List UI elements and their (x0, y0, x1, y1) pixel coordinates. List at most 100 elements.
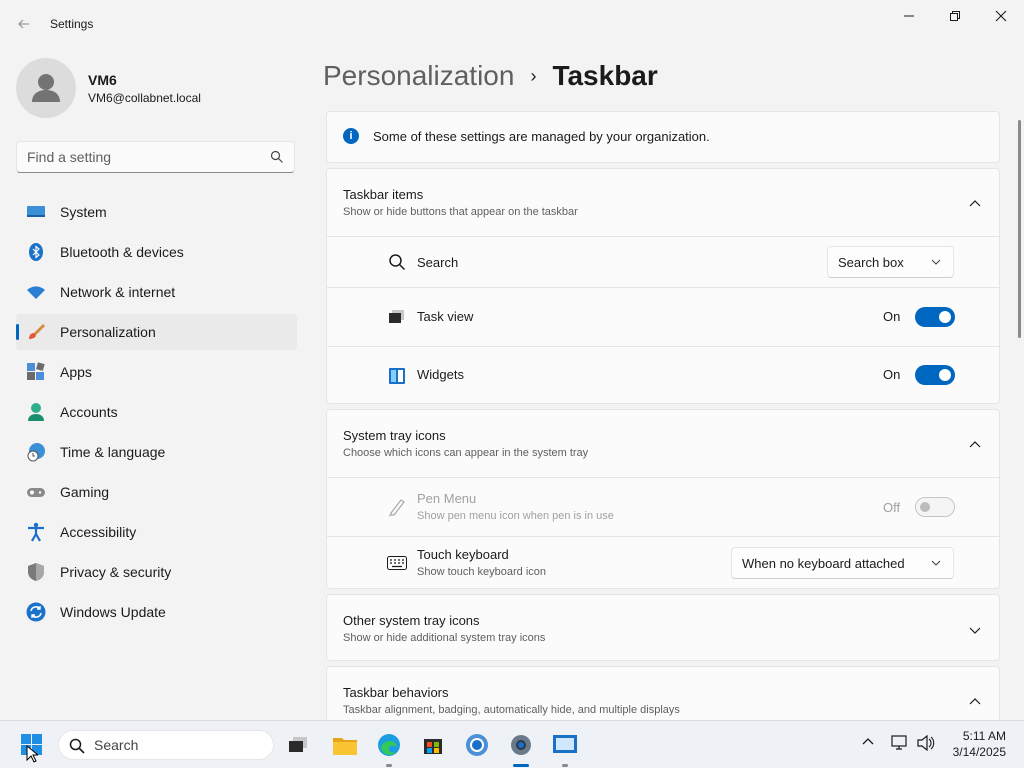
sidebar-item-windows-update[interactable]: Windows Update (16, 594, 297, 630)
sidebar-item-label: Personalization (60, 324, 156, 340)
breadcrumb-parent[interactable]: Personalization (323, 60, 514, 92)
sidebar-item-personalization[interactable]: Personalization (16, 314, 297, 350)
apps-icon (26, 362, 46, 382)
section-subtitle: Show or hide buttons that appear on the … (343, 206, 578, 218)
chevron-up-icon[interactable] (969, 438, 981, 450)
pen-icon (387, 497, 407, 517)
chevron-down-icon (931, 259, 941, 265)
remote-desktop-icon[interactable] (551, 731, 579, 759)
sidebar-item-label: Windows Update (60, 604, 166, 620)
chevron-up-icon[interactable] (969, 695, 981, 707)
title-bar: Settings (0, 0, 1024, 48)
wifi-icon (26, 282, 46, 302)
close-button[interactable] (978, 0, 1024, 32)
mouse-cursor-icon (26, 745, 38, 763)
maximize-button[interactable] (932, 0, 978, 32)
chrome-icon[interactable] (463, 731, 491, 759)
clock-time: 5:11 AM (962, 729, 1006, 743)
chevron-down-icon[interactable] (969, 623, 981, 635)
chevron-up-icon[interactable] (969, 197, 981, 209)
file-explorer-icon[interactable] (331, 731, 359, 759)
chevron-down-icon (931, 560, 941, 566)
keyboard-icon (387, 553, 407, 573)
search-icon (387, 252, 407, 272)
system-tray-section: System tray icons Choose which icons can… (326, 409, 1000, 589)
volume-icon[interactable] (917, 734, 935, 756)
taskbar: Search 5:11 AM 3/14/2025 (0, 720, 1024, 768)
sidebar-item-privacy[interactable]: Privacy & security (16, 554, 297, 590)
sidebar-item-label: Accessibility (60, 524, 137, 540)
task-view-toggle[interactable] (915, 307, 955, 327)
back-arrow-icon[interactable] (14, 14, 34, 34)
clock-globe-icon (26, 442, 46, 462)
taskbar-search-label: Search (94, 737, 139, 753)
section-title: Taskbar behaviors (343, 685, 449, 700)
avatar (16, 58, 76, 118)
edge-browser-icon[interactable] (375, 731, 403, 759)
store-icon[interactable] (419, 731, 447, 759)
other-tray-section[interactable]: Other system tray icons Show or hide add… (326, 594, 1000, 661)
touch-keyboard-row: Touch keyboard Show touch keyboard icon … (327, 537, 999, 589)
section-title: System tray icons (343, 428, 446, 443)
taskbar-items-header[interactable]: Taskbar items Show or hide buttons that … (327, 169, 999, 236)
window-title: Settings (50, 17, 94, 31)
row-label: Pen Menu (417, 491, 477, 506)
bluetooth-icon (26, 242, 46, 262)
row-label: Touch keyboard (417, 547, 509, 562)
sidebar-item-system[interactable]: System (16, 194, 297, 230)
pen-menu-row: Pen Menu Show pen menu icon when pen is … (327, 478, 999, 536)
sidebar-item-label: Gaming (60, 484, 110, 500)
info-icon: i (343, 128, 359, 144)
minimize-button[interactable] (886, 0, 932, 32)
sidebar-item-time-language[interactable]: Time & language (16, 434, 297, 470)
taskbar-behaviors-section[interactable]: Taskbar behaviors Taskbar alignment, bad… (326, 666, 1000, 726)
search-mode-dropdown[interactable]: Search box (827, 246, 954, 278)
breadcrumb-separator: › (530, 65, 537, 86)
row-label: Task view (417, 309, 474, 324)
system-tray-header[interactable]: System tray icons Choose which icons can… (327, 410, 999, 477)
taskbar-search[interactable]: Search (58, 730, 274, 760)
touch-keyboard-dropdown[interactable]: When no keyboard attached (731, 547, 954, 579)
managed-notice: i Some of these settings are managed by … (326, 111, 1000, 163)
task-view-icon[interactable] (284, 731, 312, 759)
sidebar-nav: System Bluetooth & devices Network & int… (16, 194, 297, 634)
sidebar-item-network[interactable]: Network & internet (16, 274, 297, 310)
row-label: Search (417, 255, 459, 270)
toggle-state-label: Off (883, 500, 901, 515)
sidebar-item-label: Bluetooth & devices (60, 244, 184, 260)
toggle-state-label: On (883, 367, 901, 382)
widgets-toggle[interactable] (915, 365, 955, 385)
search-input[interactable] (27, 148, 257, 166)
widgets-icon (387, 366, 407, 386)
section-title: Taskbar items (343, 187, 424, 202)
find-setting-search[interactable] (16, 141, 295, 173)
user-email: VM6@collabnet.local (88, 91, 201, 105)
breadcrumb: Personalization › Taskbar (323, 58, 658, 94)
settings-gear-icon[interactable] (507, 731, 535, 759)
paintbrush-icon (26, 322, 46, 342)
sidebar-item-accounts[interactable]: Accounts (16, 394, 297, 430)
search-icon[interactable] (270, 150, 284, 169)
notice-text: Some of these settings are managed by yo… (373, 129, 710, 144)
user-profile[interactable] (16, 58, 76, 118)
search-row: Search Search box (327, 237, 999, 287)
scrollbar-thumb[interactable] (1018, 120, 1021, 338)
dropdown-value: When no keyboard attached (742, 556, 905, 571)
network-monitor-icon[interactable] (891, 735, 909, 756)
sidebar-item-accessibility[interactable]: Accessibility (16, 514, 297, 550)
sidebar-item-gaming[interactable]: Gaming (16, 474, 297, 510)
task-view-row: Task view On (327, 288, 999, 346)
clock[interactable]: 5:11 AM 3/14/2025 (953, 728, 1006, 760)
sidebar-item-label: Network & internet (60, 284, 176, 300)
chevron-up-icon[interactable] (862, 735, 874, 753)
search-icon (69, 738, 85, 754)
sidebar-item-apps[interactable]: Apps (16, 354, 297, 390)
toggle-state-label: On (883, 309, 901, 324)
section-title: Other system tray icons (343, 613, 480, 628)
row-label: Widgets (417, 367, 464, 382)
gamepad-icon (26, 482, 46, 502)
page-title: Taskbar (552, 60, 658, 91)
row-sublabel: Show pen menu icon when pen is in use (417, 510, 614, 522)
sidebar-item-bluetooth[interactable]: Bluetooth & devices (16, 234, 297, 270)
row-sublabel: Show touch keyboard icon (417, 566, 547, 578)
